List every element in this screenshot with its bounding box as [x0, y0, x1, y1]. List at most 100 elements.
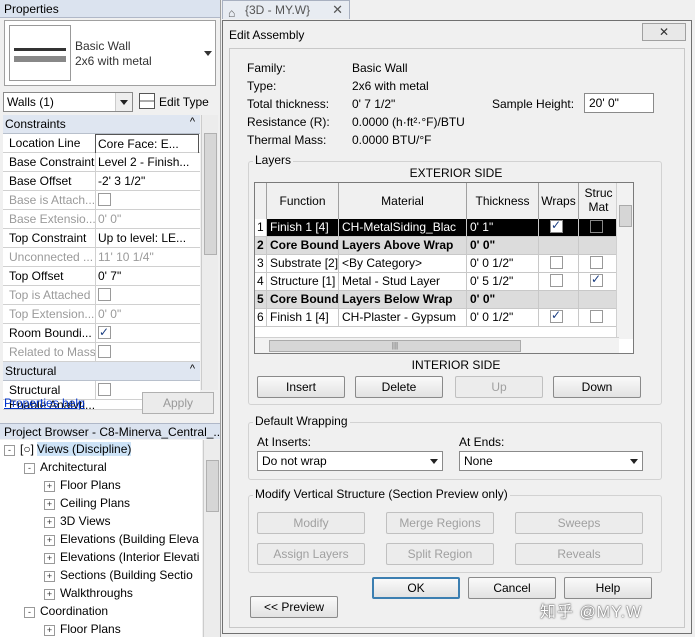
- row-material[interactable]: CH-MetalSiding_Blac: [339, 219, 467, 236]
- prop-value[interactable]: [95, 324, 199, 342]
- cancel-button[interactable]: Cancel: [468, 577, 556, 599]
- layers-vertical-scrollbar[interactable]: [616, 183, 633, 339]
- section-structural[interactable]: Structural ^: [3, 362, 200, 381]
- tree-node-ceiling-plans[interactable]: + Ceiling Plans: [44, 494, 130, 512]
- wraps-checkbox[interactable]: [550, 309, 563, 324]
- close-icon[interactable]: ✕: [332, 1, 343, 19]
- layer-row-6[interactable]: 6 Finish 1 [4] CH-Plaster - Gypsum 0' 0 …: [255, 309, 619, 327]
- down-button[interactable]: Down: [553, 376, 641, 398]
- sweeps-button[interactable]: Sweeps: [515, 512, 643, 534]
- type-selector[interactable]: Basic Wall 2x6 with metal: [4, 20, 216, 86]
- expand-icon[interactable]: +: [44, 499, 55, 510]
- layer-row-1[interactable]: 1 Finish 1 [4] CH-MetalSiding_Blac 0' 1": [255, 219, 619, 237]
- layers-horizontal-scrollbar[interactable]: |||: [255, 337, 619, 353]
- tree-node-3d-views[interactable]: +3D Views: [44, 512, 110, 530]
- row-material[interactable]: CH-Plaster - Gypsum: [339, 309, 467, 326]
- wraps-checkbox[interactable]: [550, 219, 563, 234]
- delete-button[interactable]: Delete: [355, 376, 443, 398]
- wraps-checkbox[interactable]: [550, 274, 563, 287]
- scroll-thumb[interactable]: [204, 133, 217, 255]
- layer-row-4[interactable]: 4 Structure [1] Metal - Stud Layer 0' 5 …: [255, 273, 619, 291]
- dialog-close-button[interactable]: ✕: [642, 23, 686, 41]
- row-function[interactable]: Structure [1]: [267, 273, 339, 290]
- ok-button[interactable]: OK: [372, 577, 460, 599]
- collapse-icon[interactable]: -: [24, 607, 35, 618]
- row-thickness[interactable]: 0' 5 1/2": [467, 273, 539, 290]
- struc-mat-checkbox[interactable]: [590, 273, 603, 288]
- row-function[interactable]: Finish 1 [4]: [267, 309, 339, 326]
- prop-base-offset[interactable]: Base Offset -2' 3 1/2": [3, 172, 200, 191]
- expand-icon[interactable]: +: [44, 571, 55, 582]
- properties-help-link[interactable]: Properties help: [4, 396, 85, 410]
- chevron-down-icon[interactable]: [630, 459, 638, 464]
- modify-button[interactable]: Modify: [257, 512, 365, 534]
- prop-top-offset[interactable]: Top Offset 0' 7": [3, 267, 200, 286]
- help-button[interactable]: Help: [564, 577, 652, 599]
- chevron-down-icon[interactable]: [204, 51, 212, 56]
- expand-icon[interactable]: +: [44, 535, 55, 546]
- row-thickness[interactable]: 0' 1": [467, 219, 539, 236]
- expand-icon[interactable]: +: [44, 481, 55, 492]
- prop-value[interactable]: Core Face: E...: [95, 134, 199, 154]
- room-bounding-checkbox[interactable]: [98, 324, 111, 341]
- edit-type-button[interactable]: Edit Type: [139, 92, 209, 112]
- layer-row-3[interactable]: 3 Substrate [2] <By Category> 0' 0 1/2": [255, 255, 619, 273]
- row-function[interactable]: Substrate [2]: [267, 255, 339, 272]
- merge-regions-button[interactable]: Merge Regions: [386, 512, 494, 534]
- layer-row-2[interactable]: 2 Core Bound Layers Above Wrap 0' 0": [255, 237, 619, 255]
- collapse-icon[interactable]: -: [24, 463, 35, 474]
- tree-node-sections[interactable]: + Sections (Building Sectio: [44, 566, 193, 584]
- expand-icon[interactable]: +: [44, 625, 55, 636]
- section-constraints[interactable]: Constraints ^: [3, 115, 200, 134]
- prop-value[interactable]: Up to level: LE...: [95, 229, 199, 247]
- scroll-thumb[interactable]: [206, 460, 219, 512]
- structural-checkbox[interactable]: [98, 383, 111, 396]
- row-function[interactable]: Finish 1 [4]: [267, 219, 339, 236]
- tree-node-elevations-interior[interactable]: + Elevations (Interior Elevati: [44, 548, 199, 566]
- wraps-checkbox[interactable]: [550, 256, 563, 269]
- prop-base-constraint[interactable]: Base Constraint Level 2 - Finish...: [3, 153, 200, 172]
- scroll-thumb[interactable]: [619, 205, 632, 227]
- instance-filter-dropdown[interactable]: Walls (1): [3, 92, 133, 112]
- tree-node-elevations-building[interactable]: + Elevations (Building Eleva: [44, 530, 199, 548]
- row-material[interactable]: <By Category>: [339, 255, 467, 272]
- properties-scrollbar[interactable]: [201, 115, 218, 390]
- collapse-icon[interactable]: -: [4, 445, 15, 456]
- reveals-button[interactable]: Reveals: [515, 543, 643, 565]
- layer-row-5[interactable]: 5 Core Bound Layers Below Wrap 0' 0": [255, 291, 619, 309]
- row-thickness[interactable]: 0' 0 1/2": [467, 255, 539, 272]
- expand-icon[interactable]: +: [44, 589, 55, 600]
- struc-mat-checkbox[interactable]: [590, 256, 603, 269]
- chevron-down-icon[interactable]: [115, 93, 132, 111]
- collapse-icon[interactable]: ^: [190, 363, 195, 375]
- row-thickness[interactable]: 0' 0 1/2": [467, 309, 539, 326]
- expand-icon[interactable]: +: [44, 517, 55, 528]
- prop-location-line[interactable]: Location Line Core Face: E...: [3, 134, 200, 154]
- view-tab-3d[interactable]: ⌂ {3D - MY.W} ✕: [222, 0, 350, 20]
- up-button[interactable]: Up: [455, 376, 543, 398]
- chevron-down-icon[interactable]: [430, 459, 438, 464]
- prop-value[interactable]: 0' 7": [95, 267, 199, 285]
- at-inserts-select[interactable]: Do not wrap: [257, 451, 443, 471]
- tree-node-architectural[interactable]: - Architectural: [24, 458, 107, 476]
- tree-node-floor-plans-coord[interactable]: + Floor Plans: [44, 620, 121, 637]
- project-browser-scrollbar[interactable]: [203, 440, 220, 637]
- preview-button[interactable]: << Preview: [250, 596, 338, 618]
- prop-top-constraint[interactable]: Top Constraint Up to level: LE...: [3, 229, 200, 248]
- tree-node-coordination[interactable]: - Coordination: [24, 602, 108, 620]
- expand-icon[interactable]: +: [44, 553, 55, 564]
- collapse-icon[interactable]: ^: [190, 116, 195, 128]
- tree-node-walkthroughs[interactable]: + Walkthroughs: [44, 584, 133, 602]
- insert-button[interactable]: Insert: [257, 376, 345, 398]
- struc-mat-checkbox[interactable]: [590, 220, 603, 233]
- prop-room-bounding[interactable]: Room Boundi...: [3, 324, 200, 343]
- struc-mat-checkbox[interactable]: [590, 310, 603, 323]
- tree-node-views[interactable]: - [○] Views (Discipline): [4, 440, 132, 458]
- row-material[interactable]: Metal - Stud Layer: [339, 273, 467, 290]
- assign-layers-button[interactable]: Assign Layers: [257, 543, 365, 565]
- at-ends-select[interactable]: None: [459, 451, 643, 471]
- prop-value[interactable]: Level 2 - Finish...: [95, 153, 199, 171]
- tree-node-floor-plans[interactable]: + Floor Plans: [44, 476, 121, 494]
- sample-height-input[interactable]: 20' 0": [584, 93, 654, 113]
- split-region-button[interactable]: Split Region: [386, 543, 494, 565]
